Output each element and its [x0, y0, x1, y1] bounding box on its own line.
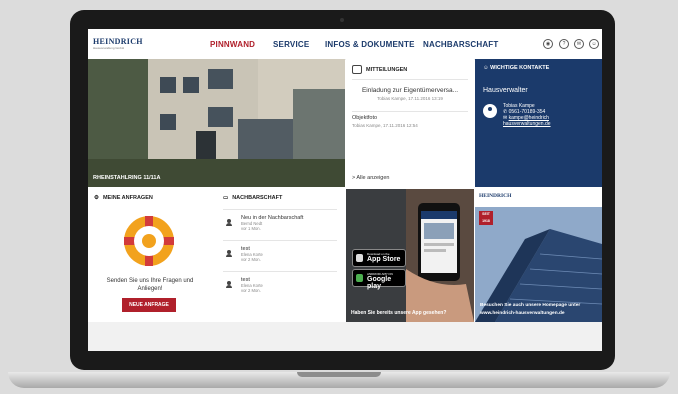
page-footer-area	[88, 322, 602, 351]
message-meta: Tobias Kampe, 17.11.2016 12:54	[352, 123, 418, 128]
nav-nachbarschaft[interactable]: NACHBARSCHAFT	[423, 40, 498, 49]
homepage-caption: Besuchen Sie auch unsere Homepage unter	[480, 303, 581, 308]
person-icon	[226, 219, 232, 226]
help-icon[interactable]: ?	[559, 39, 569, 49]
contacts-tile: ☺ WICHTIGE KONTAKTE Hausverwalter Tobias…	[475, 59, 602, 187]
logo-subtitle: Hausverwaltung GmbH	[93, 46, 125, 50]
homepage-logo: HEINDRICH	[479, 193, 512, 199]
divider	[223, 271, 337, 272]
app-promo-tile[interactable]: Download on the App Store ANDROID APP ON…	[346, 189, 474, 322]
contacts-header: ☺ WICHTIGE KONTAKTE	[483, 65, 549, 71]
messages-header: MITTEILUNGEN	[352, 65, 407, 74]
requests-title: MEINE ANFRAGEN	[102, 195, 153, 201]
envelope-icon	[352, 65, 362, 74]
chat-icon[interactable]: ◉	[543, 39, 553, 49]
google-play-badge[interactable]: ANDROID APP ON Google play	[352, 269, 406, 290]
gear-icon: ⚙	[94, 195, 99, 201]
neighborhood-tile: ▭ NACHBARSCHAFT Neu in der Nachbarschaft…	[217, 189, 343, 322]
property-caption: RHEINSTAHLRING 11/11A	[93, 175, 161, 181]
messages-title: MITTEILUNGEN	[366, 66, 408, 73]
requests-header: ⚙ MEINE ANFRAGEN	[94, 195, 153, 201]
message-item[interactable]: Objektfoto Tobias Kampe, 17.11.2016 12:5…	[352, 115, 468, 128]
contact-role: Hausverwalter	[483, 87, 528, 94]
logo-text: HEINDRICH	[93, 37, 143, 46]
messages-tile: MITTEILUNGEN Einladung zur Eigentümerver…	[346, 59, 474, 187]
person-icon	[226, 281, 232, 288]
app-store-badge[interactable]: Download on the App Store	[352, 249, 406, 267]
laptop-notch	[297, 372, 381, 377]
building-photo	[88, 59, 345, 187]
list-item[interactable]: test Elena Korte vor 2 Mon.	[223, 275, 337, 299]
nav-pinnwand[interactable]: PINNWAND	[210, 40, 255, 49]
neighborhood-header: ▭ NACHBARSCHAFT	[223, 195, 282, 201]
homepage-promo-tile[interactable]: HEINDRICH SEIT 1918 Besuchen Sie auch un…	[475, 189, 602, 322]
play-big-text: Google play	[367, 276, 392, 290]
divider	[223, 209, 337, 210]
divider	[223, 240, 337, 241]
requests-tile: ⚙ MEINE ANFRAGEN Senden Sie uns Ihre Fra…	[88, 189, 212, 322]
app-caption: Haben Sie bereits unsere App gesehen?	[351, 310, 447, 316]
chat-bubble-icon: ▭	[223, 195, 229, 201]
nav-infos-dokumente[interactable]: INFOS & DOKUMENTE	[325, 40, 415, 49]
requests-text: Senden Sie uns Ihre Fragen und Anliegen!	[106, 278, 194, 292]
play-icon	[356, 274, 363, 282]
logo[interactable]: HEINDRICH Hausverwaltung GmbH	[93, 37, 143, 51]
webcam	[340, 18, 344, 22]
post-time: vor 2 Mon.	[241, 288, 261, 293]
homepage-url[interactable]: www.heindrich-hausverwaltungen.de	[480, 311, 565, 316]
message-title: Einladung zur Eigentümerversa...	[361, 87, 459, 94]
message-meta: Tobias Kampe, 17.11.2016 13:19	[377, 96, 443, 101]
message-icon[interactable]: ✉	[574, 39, 584, 49]
screen: HEINDRICH Hausverwaltung GmbH PINNWAND S…	[88, 29, 602, 351]
appstore-big-text: App Store	[367, 256, 401, 263]
message-title: Objektfoto	[352, 115, 378, 121]
user-icon[interactable]: ☺	[589, 39, 599, 49]
post-time: vor 2 Mon.	[241, 257, 261, 262]
divider	[352, 79, 468, 80]
nav-service[interactable]: SERVICE	[273, 40, 309, 49]
person-icon	[226, 250, 232, 257]
avatar	[483, 104, 497, 118]
contact-details: Tobias Kampe ✆ 0561-70189-354 ✉ kampe@he…	[503, 103, 551, 127]
contact-web[interactable]: hausverwaltungen.de	[503, 121, 551, 127]
message-item[interactable]: Einladung zur Eigentümerversa... Tobias …	[352, 87, 468, 101]
contacts-title: WICHTIGE KONTAKTE	[490, 65, 550, 71]
divider	[352, 111, 468, 112]
show-all-link[interactable]: > Alle anzeigen	[352, 175, 389, 181]
since-badge: SEIT 1918	[479, 211, 493, 225]
property-photo-tile[interactable]: RHEINSTAHLRING 11/11A	[88, 59, 345, 187]
top-nav: HEINDRICH Hausverwaltung GmbH PINNWAND S…	[88, 29, 602, 60]
list-item[interactable]: Neu in der Nachbarschaft Bernd Nedt vor …	[223, 213, 337, 237]
lifebuoy-icon	[124, 216, 174, 266]
new-request-button[interactable]: NEUE ANFRAGE	[122, 298, 176, 312]
neighborhood-title: NACHBARSCHAFT	[232, 195, 283, 201]
apple-icon	[356, 254, 363, 262]
post-time: vor 1 Mon.	[241, 226, 261, 231]
list-item[interactable]: test Elena Korte vor 2 Mon.	[223, 244, 337, 268]
